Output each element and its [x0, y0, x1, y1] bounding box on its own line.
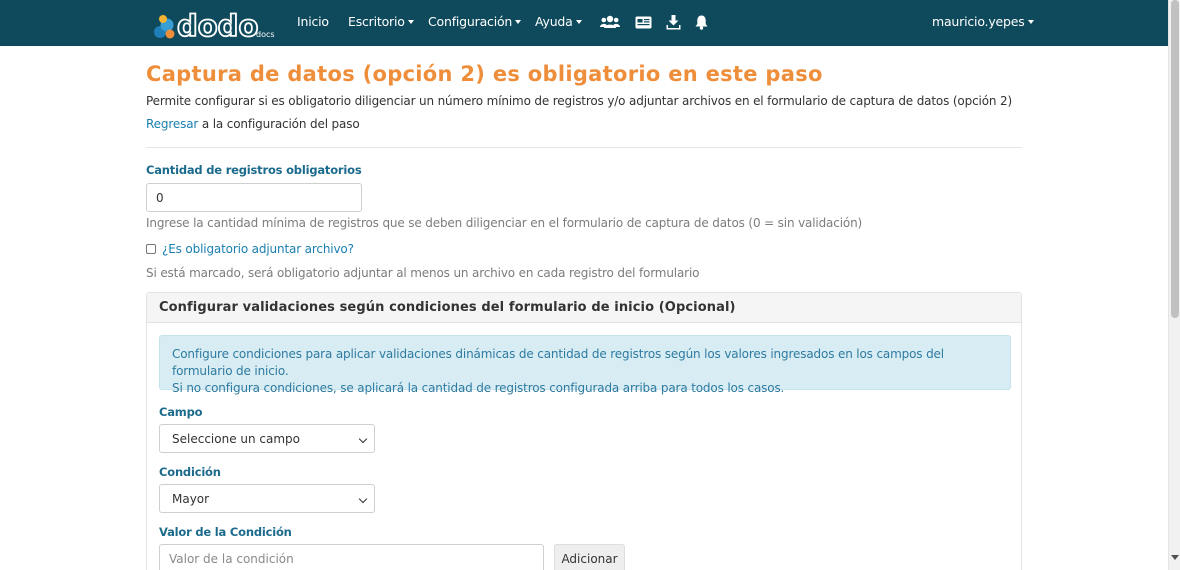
users-icon[interactable] — [600, 12, 620, 32]
condition-label: Condición — [159, 465, 221, 479]
scroll-thumb[interactable] — [1171, 0, 1179, 318]
attach-checkbox-label[interactable]: ¿Es obligatorio adjuntar archivo? — [162, 242, 354, 256]
caret-down-icon — [575, 20, 582, 24]
condition-value-input[interactable] — [159, 544, 544, 570]
top-navbar: dodo docs Inicio Escritorio Configuració… — [0, 0, 1168, 46]
panel-title: Configurar validaciones según condicione… — [159, 300, 736, 315]
alert-line-2: Si no configura condiciones, se aplicará… — [172, 381, 785, 395]
page-title: Captura de datos (opción 2) es obligator… — [146, 62, 823, 86]
nav-escritorio[interactable]: Escritorio — [348, 14, 414, 32]
page-description: Permite configurar si es obligatorio dil… — [146, 94, 1013, 108]
brand-suffix: docs — [256, 30, 275, 39]
divider — [146, 147, 1022, 148]
bell-icon[interactable] — [694, 12, 709, 32]
field-select[interactable]: Seleccione un campo — [159, 424, 375, 453]
nav-ayuda[interactable]: Ayuda — [535, 14, 582, 32]
chevron-down-icon — [358, 434, 368, 444]
attach-checkbox[interactable] — [146, 244, 156, 254]
value-label: Valor de la Condición — [159, 525, 292, 539]
page-scrollbar[interactable] — [1168, 0, 1180, 570]
field-select-value: Seleccione un campo — [172, 431, 301, 446]
add-condition-button[interactable]: Adicionar — [554, 544, 625, 570]
back-link[interactable]: Regresar — [146, 117, 198, 131]
condition-select-value: Mayor — [172, 491, 210, 506]
dodo-logo[interactable]: dodo docs — [152, 6, 276, 44]
user-menu[interactable]: mauricio.yepes — [932, 14, 1034, 32]
nav-inicio[interactable]: Inicio — [297, 14, 329, 32]
info-alert: Configure condiciones para aplicar valid… — [159, 335, 1011, 395]
caret-down-icon — [407, 20, 414, 24]
brand-name: dodo — [177, 9, 258, 42]
count-help: Ingrese la cantidad mínima de registros … — [146, 216, 863, 230]
count-input[interactable] — [146, 183, 362, 212]
caret-down-icon — [1027, 20, 1034, 24]
nav-configuracion[interactable]: Configuración — [428, 14, 522, 32]
condition-select[interactable]: Mayor — [159, 484, 375, 513]
download-icon[interactable] — [665, 12, 681, 32]
panel-heading: Configurar validaciones según condicione… — [147, 293, 1021, 323]
conditions-panel: Configurar validaciones según condicione… — [146, 292, 1022, 570]
newspaper-icon[interactable] — [634, 12, 652, 32]
caret-down-icon — [515, 20, 522, 24]
field-label: Campo — [159, 405, 203, 419]
count-label: Cantidad de registros obligatorios — [146, 163, 362, 177]
back-line: Regresar a la configuración del paso — [146, 117, 360, 131]
attach-help: Si está marcado, será obligatorio adjunt… — [146, 266, 700, 280]
alert-line-1: Configure condiciones para aplicar valid… — [172, 347, 944, 378]
chevron-down-icon — [358, 494, 368, 504]
scroll-down-arrow-icon[interactable] — [1171, 555, 1179, 560]
